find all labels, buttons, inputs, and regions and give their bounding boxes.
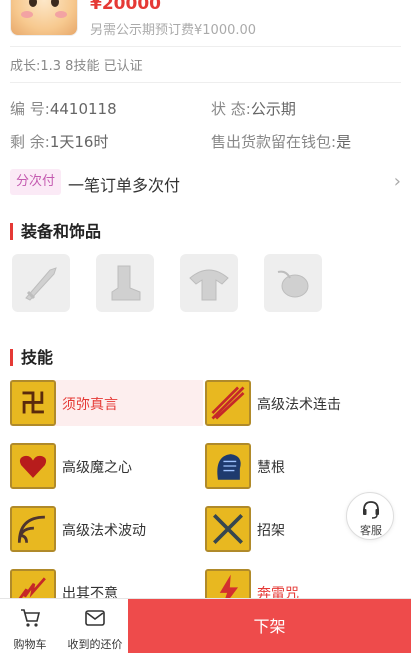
- skill-label: 高级法术连击: [257, 397, 341, 413]
- skill-parry-icon: [205, 506, 251, 552]
- tab-offers[interactable]: 收到的还价: [62, 599, 128, 653]
- installment-text: 一笔订单多次付: [68, 176, 181, 195]
- skill-item[interactable]: 高级法术波动: [10, 506, 203, 552]
- tab-offers-label: 收到的还价: [67, 638, 123, 651]
- info-status-label: 状 态:: [211, 100, 251, 118]
- accessory-icon[interactable]: [264, 254, 322, 312]
- info-status-value: 公示期: [250, 100, 296, 118]
- skill-wave-icon: [10, 506, 56, 552]
- deposit-note: 另需公示期预订费¥1000.00: [90, 23, 257, 38]
- info-remain-label: 剩 余:: [10, 133, 50, 151]
- skill-label: 慧根: [257, 460, 285, 476]
- section-title-skills: 技能: [10, 349, 53, 366]
- info-wallet-value: 是: [336, 133, 352, 151]
- tab-cart[interactable]: 购物车: [0, 599, 60, 653]
- installment-badge: 分次付: [10, 169, 62, 195]
- bottom-bar: 购物车 收到的还价 下架: [0, 598, 411, 653]
- headset-icon: [363, 501, 379, 519]
- item-avatar[interactable]: [10, 0, 78, 36]
- info-status: 状 态:公示期: [211, 98, 296, 119]
- price-area: ¥20000 另需公示期预订费¥1000.00: [0, 0, 411, 45]
- installment-pay-row[interactable]: 分次付 一笔订单多次付 ›: [10, 169, 401, 197]
- skill-item[interactable]: 高级魔之心: [10, 443, 203, 489]
- divider: [10, 82, 401, 83]
- armor-icon[interactable]: [180, 254, 238, 312]
- customer-service-button[interactable]: 客服: [346, 492, 394, 540]
- info-id-label: 编 号:: [10, 100, 50, 118]
- weapon-icon[interactable]: [12, 254, 70, 312]
- skill-xumi-icon: 卍: [10, 380, 56, 426]
- skill-combo-icon: [205, 380, 251, 426]
- delist-button[interactable]: 下架: [128, 599, 411, 653]
- info-id-value: 4410118: [49, 100, 117, 118]
- skill-wisdom-icon: [205, 443, 251, 489]
- skill-label: 须弥真言: [62, 397, 118, 413]
- cart-icon: [21, 609, 41, 627]
- section-title-equipment: 装备和饰品: [10, 223, 101, 240]
- tab-cart-label: 购物车: [13, 638, 47, 651]
- info-remain-value: 1天16时: [49, 133, 109, 151]
- info-wallet-label: 售出货款留在钱包:: [211, 133, 337, 151]
- skill-label: 招架: [257, 523, 285, 539]
- skill-item[interactable]: 高级法术连击: [205, 380, 401, 426]
- skill-item[interactable]: 慧根: [205, 443, 401, 489]
- growth-line: 成长:1.3 8技能 已认证: [10, 59, 143, 74]
- skill-item[interactable]: 招架: [205, 506, 345, 552]
- info-id: 编 号:4410118: [10, 98, 117, 119]
- skill-item[interactable]: 卍 须弥真言: [10, 380, 203, 426]
- mail-icon: [85, 610, 105, 626]
- skill-label: 高级法术波动: [62, 523, 146, 539]
- divider: [10, 46, 401, 47]
- price: ¥20000: [90, 0, 161, 14]
- skill-label: 高级魔之心: [62, 460, 132, 476]
- boots-icon[interactable]: [96, 254, 154, 312]
- skill-heart-icon: [10, 443, 56, 489]
- info-wallet: 售出货款留在钱包:是: [211, 131, 351, 152]
- chevron-right-icon: ›: [393, 171, 401, 192]
- info-remain: 剩 余:1天16时: [10, 131, 108, 152]
- svg-text:卍: 卍: [20, 389, 46, 419]
- customer-service-label: 客服: [360, 524, 382, 537]
